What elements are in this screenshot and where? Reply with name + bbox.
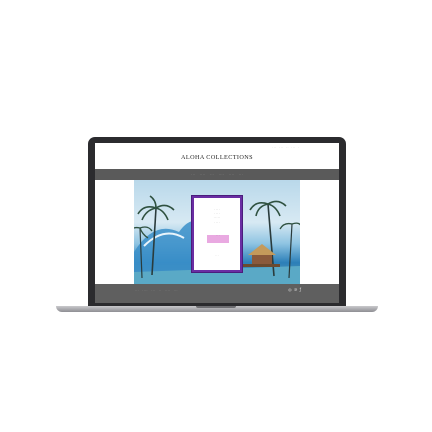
nav-item[interactable]: · · · bbox=[239, 173, 243, 176]
nav-item[interactable]: · · · · bbox=[219, 173, 224, 176]
utility-link[interactable]: · bbox=[298, 146, 299, 149]
popup-submit-button[interactable]: · · · bbox=[207, 235, 229, 243]
footer-links: · · · · · · · · · · · · · · · · · · · bbox=[135, 289, 177, 292]
footer-link[interactable]: · · · · bbox=[165, 289, 170, 292]
site-header: · · · · · · · · · · · · ALOHA COLLECTION… bbox=[95, 143, 339, 169]
main-nav: · · · · · · · · · · · · · · · · · · · · … bbox=[95, 169, 339, 180]
pinterest-icon[interactable]: ℗ bbox=[294, 287, 298, 292]
nav-item[interactable]: · · · bbox=[191, 173, 195, 176]
nav-item[interactable]: · · · · bbox=[200, 173, 205, 176]
footer-link[interactable]: · · · bbox=[174, 289, 177, 292]
hero-image: · · · · · · · · · · · · · · · · · · · · … bbox=[134, 180, 300, 286]
utility-link[interactable]: · · · bbox=[273, 146, 277, 149]
popup-dismiss-link[interactable]: · · · bbox=[194, 255, 240, 257]
footer-link[interactable]: · · · bbox=[135, 289, 138, 292]
social-icons: ◎ ℗ ƒ bbox=[288, 287, 301, 292]
laptop-notch bbox=[196, 306, 236, 308]
nav-item[interactable]: · · · · bbox=[229, 173, 234, 176]
utility-link[interactable]: · · · bbox=[279, 146, 283, 149]
utility-link[interactable]: · · bbox=[286, 146, 288, 149]
laptop-screen: · · · · · · · · · · · · ALOHA COLLECTION… bbox=[95, 143, 339, 303]
site-footer: · · · · · · · · · · · · · · · · · · · ◎ … bbox=[95, 284, 339, 303]
nav-item[interactable]: · · · bbox=[210, 173, 214, 176]
newsletter-popup: · · · · · · · · · · · · · · · · · · · · … bbox=[192, 196, 242, 272]
footer-link[interactable]: · · bbox=[159, 289, 161, 292]
instagram-icon[interactable]: ◎ bbox=[288, 287, 292, 292]
facebook-icon[interactable]: ƒ bbox=[300, 287, 301, 292]
footer-link[interactable]: · · · · bbox=[142, 289, 147, 292]
popup-line: · · · · bbox=[214, 220, 220, 224]
footer-link[interactable]: · · · bbox=[151, 289, 154, 292]
utility-links: · · · · · · · · · · · · bbox=[273, 146, 299, 149]
popup-text: · · · · · · · · · · · · · · · · · bbox=[194, 208, 240, 225]
utility-link[interactable]: · · · bbox=[291, 146, 295, 149]
site-logo[interactable]: ALOHA COLLECTIONS bbox=[95, 154, 339, 161]
